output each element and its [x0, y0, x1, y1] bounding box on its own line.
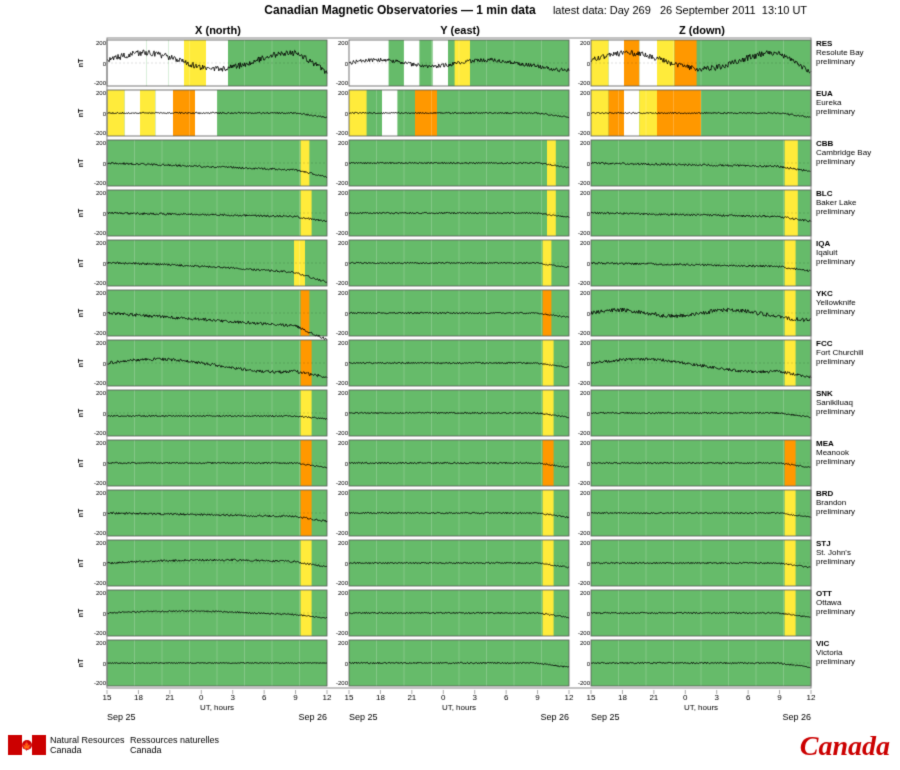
- page: [0, 0, 900, 770]
- main-canvas: [0, 0, 900, 770]
